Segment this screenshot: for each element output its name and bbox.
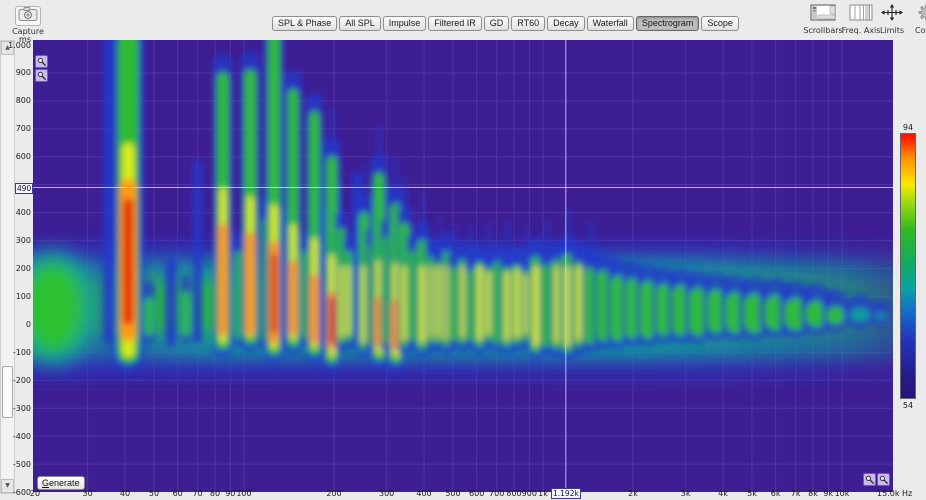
time-axis-zoom-handles [35,55,48,82]
toolbar-button-label: Contr [915,26,926,35]
zoom-handle-icon[interactable] [35,69,48,82]
zoom-handle-icon[interactable] [863,473,876,486]
freq-axis-zoom-handles [863,473,890,486]
limits-icon [881,4,903,25]
toolbar-right-buttons: ScrollbarsFreq. AxisLimits Contr [0,4,926,38]
colorbar-min-label: 54 [902,401,914,410]
vertical-scrollbar[interactable]: ▲ ▼ [0,40,15,494]
contr-button[interactable]: Contr [906,4,926,35]
toolbar-button-label: Freq. Axis [841,26,881,35]
limits-button[interactable]: Limits [879,4,905,35]
colorbar-max-label: 94 [902,123,914,132]
toolbar-button-label: Limits [880,26,904,35]
toolbar: Capture SPL & Phase All SPL Impulse Filtere… [0,0,926,40]
scrollbar-thumb[interactable] [2,366,13,418]
spectrogram-plot[interactable]: Generate [33,40,893,492]
scroll-up-arrow[interactable]: ▲ [1,41,14,55]
zoom-handle-icon[interactable] [877,473,890,486]
generate-button[interactable]: Generate [37,476,85,490]
scrollbars-button[interactable]: Scrollbars [803,4,843,35]
freq-axis-icon [849,4,873,25]
scrollbars-icon [810,4,836,25]
cursor-time-readout: 490 [15,183,34,194]
freq-axis-button[interactable]: Freq. Axis [842,4,880,35]
gear-icon [918,4,926,25]
scroll-down-arrow[interactable]: ▼ [1,479,14,493]
toolbar-button-label: Scrollbars [803,26,843,35]
colorbar [900,133,916,399]
spectrogram-canvas[interactable] [33,40,893,492]
rew-spectrogram-window: Capture SPL & Phase All SPL Impulse Filtere… [0,0,926,500]
zoom-handle-icon[interactable] [35,55,48,68]
